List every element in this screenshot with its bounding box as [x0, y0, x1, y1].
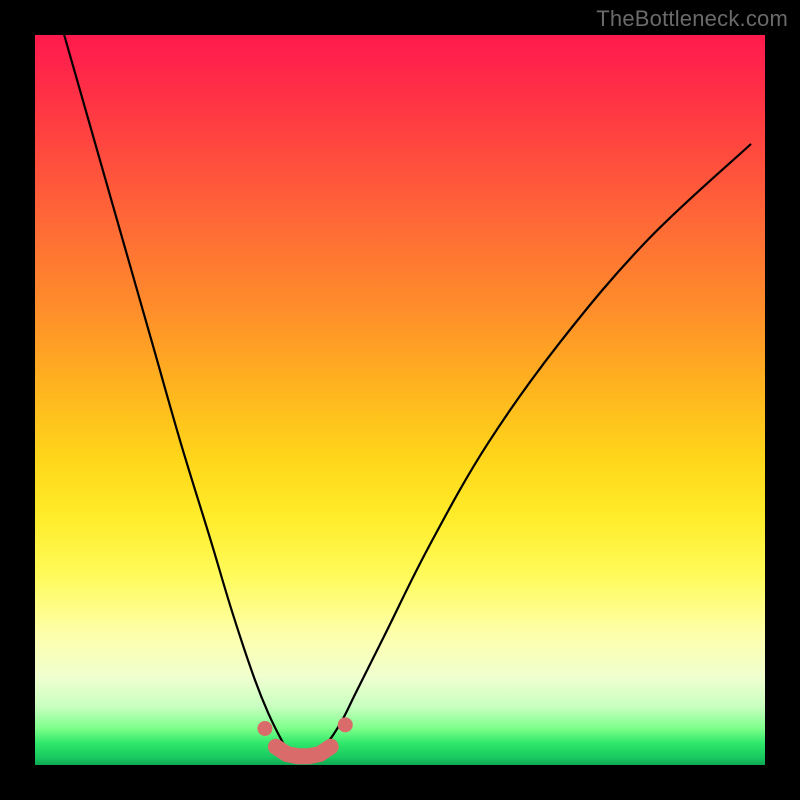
chart-svg — [35, 35, 765, 765]
chart-frame: TheBottleneck.com — [0, 0, 800, 800]
marker-track — [276, 747, 331, 756]
plot-area — [35, 35, 765, 765]
watermark-text: TheBottleneck.com — [596, 6, 788, 32]
bottleneck-curve — [64, 35, 750, 758]
marker-dot-right — [338, 717, 353, 732]
marker-dot-left — [257, 721, 272, 736]
